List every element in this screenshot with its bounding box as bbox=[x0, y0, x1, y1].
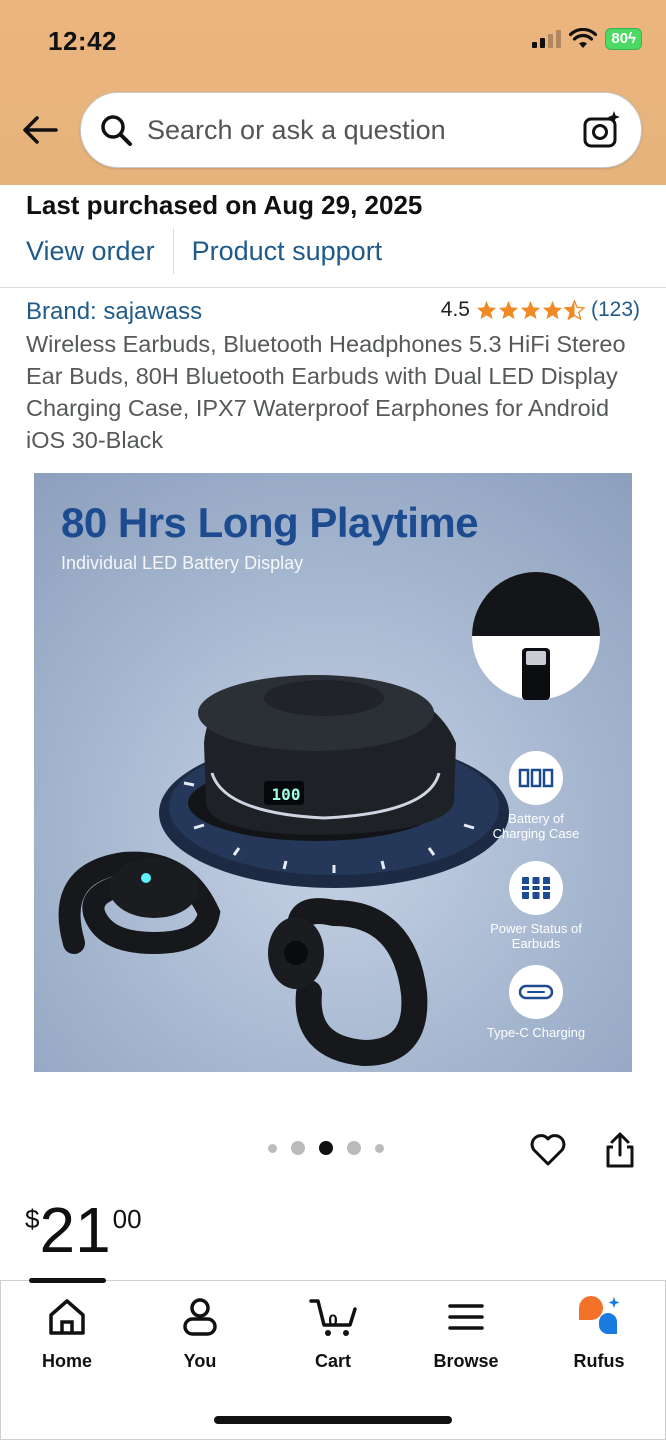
price-fraction: 00 bbox=[112, 1204, 142, 1234]
link-divider bbox=[172, 228, 174, 274]
battery-bars-icon bbox=[522, 877, 550, 899]
menu-icon bbox=[448, 1304, 484, 1330]
product-support-link[interactable]: Product support bbox=[192, 236, 383, 267]
last-purchased-text: Last purchased on Aug 29, 2025 bbox=[26, 190, 423, 220]
feature-battery-case: Battery of Charging Case bbox=[481, 751, 591, 841]
rating-summary[interactable]: 4.5 (123) bbox=[441, 298, 640, 322]
image-carousel-dots bbox=[268, 1141, 384, 1155]
share-icon bbox=[606, 1132, 634, 1168]
star-rating bbox=[476, 300, 585, 320]
feature-power-status: Power Status of Earbuds bbox=[481, 861, 591, 951]
back-button[interactable] bbox=[18, 108, 62, 152]
tab-you[interactable]: You bbox=[140, 1295, 260, 1372]
view-order-link[interactable]: View order bbox=[26, 236, 155, 267]
charging-bolt-icon: ϟ bbox=[628, 30, 636, 47]
carousel-dot[interactable] bbox=[291, 1141, 305, 1155]
feature-label: Type-C Charging bbox=[486, 1025, 586, 1040]
share-button[interactable] bbox=[598, 1128, 642, 1172]
active-tab-indicator bbox=[29, 1278, 106, 1283]
digital-display-icon bbox=[518, 768, 554, 788]
brand-link[interactable]: Brand: sajawass bbox=[26, 298, 202, 326]
search-input[interactable] bbox=[147, 114, 581, 146]
tab-label: You bbox=[183, 1351, 217, 1371]
star-half-icon bbox=[563, 300, 585, 320]
product-image[interactable]: 80 Hrs Long Playtime Individual LED Batt… bbox=[34, 473, 632, 1072]
wifi-icon bbox=[569, 28, 598, 48]
cart-count: 0 bbox=[328, 1311, 338, 1330]
home-indicator bbox=[214, 1416, 452, 1424]
battery-level: 80 bbox=[611, 30, 629, 47]
person-icon bbox=[183, 1298, 217, 1336]
camera-search-button[interactable] bbox=[581, 109, 623, 151]
led-readout: 100 bbox=[271, 785, 301, 804]
feature-type-c: Type-C Charging bbox=[481, 965, 591, 1040]
header-bar: 12:42 80ϟ bbox=[0, 0, 666, 185]
rating-value: 4.5 bbox=[440, 298, 470, 321]
tab-browse[interactable]: Browse bbox=[406, 1295, 526, 1372]
wishlist-button[interactable] bbox=[526, 1128, 570, 1172]
status-time: 12:42 bbox=[48, 26, 117, 56]
star-full-icon bbox=[542, 300, 563, 320]
status-icons: 80ϟ bbox=[532, 28, 642, 50]
heart-icon bbox=[530, 1134, 566, 1166]
price: $ 21 00 bbox=[25, 1198, 142, 1262]
cellular-signal-icon bbox=[532, 30, 562, 48]
star-full-icon bbox=[476, 300, 497, 320]
price-whole: 21 bbox=[39, 1194, 111, 1266]
tab-cart[interactable]: 0 Cart bbox=[273, 1295, 393, 1372]
tab-label: Home bbox=[41, 1351, 92, 1371]
feature-label: Power Status of Earbuds bbox=[490, 921, 582, 951]
carousel-dot[interactable] bbox=[268, 1143, 277, 1153]
home-icon bbox=[49, 1299, 85, 1335]
price-symbol: $ bbox=[25, 1204, 40, 1234]
camera-sparkle-icon bbox=[583, 111, 620, 148]
search-icon bbox=[101, 115, 132, 146]
tab-home[interactable]: Home bbox=[7, 1295, 127, 1372]
carousel-dot[interactable] bbox=[347, 1141, 361, 1155]
carousel-dot[interactable] bbox=[375, 1143, 384, 1153]
carousel-dot-active[interactable] bbox=[319, 1141, 333, 1155]
back-arrow-icon bbox=[23, 116, 58, 144]
tab-label: Browse bbox=[433, 1351, 499, 1371]
battery-indicator: 80ϟ bbox=[605, 28, 642, 50]
search-bar[interactable] bbox=[80, 92, 642, 168]
tab-rufus[interactable]: Rufus bbox=[539, 1295, 659, 1372]
rufus-icon bbox=[579, 1296, 620, 1334]
tab-label: Rufus bbox=[573, 1351, 625, 1371]
feature-label: Battery of Charging Case bbox=[492, 811, 580, 841]
usb-c-port-icon bbox=[518, 984, 554, 1000]
section-divider bbox=[0, 287, 666, 288]
tab-label: Cart bbox=[314, 1351, 351, 1371]
order-links: View order Product support bbox=[26, 228, 382, 274]
review-count: (123) bbox=[590, 298, 640, 321]
star-full-icon bbox=[498, 300, 519, 320]
star-full-icon bbox=[520, 300, 541, 320]
product-title: Wireless Earbuds, Bluetooth Headphones 5… bbox=[26, 331, 626, 453]
